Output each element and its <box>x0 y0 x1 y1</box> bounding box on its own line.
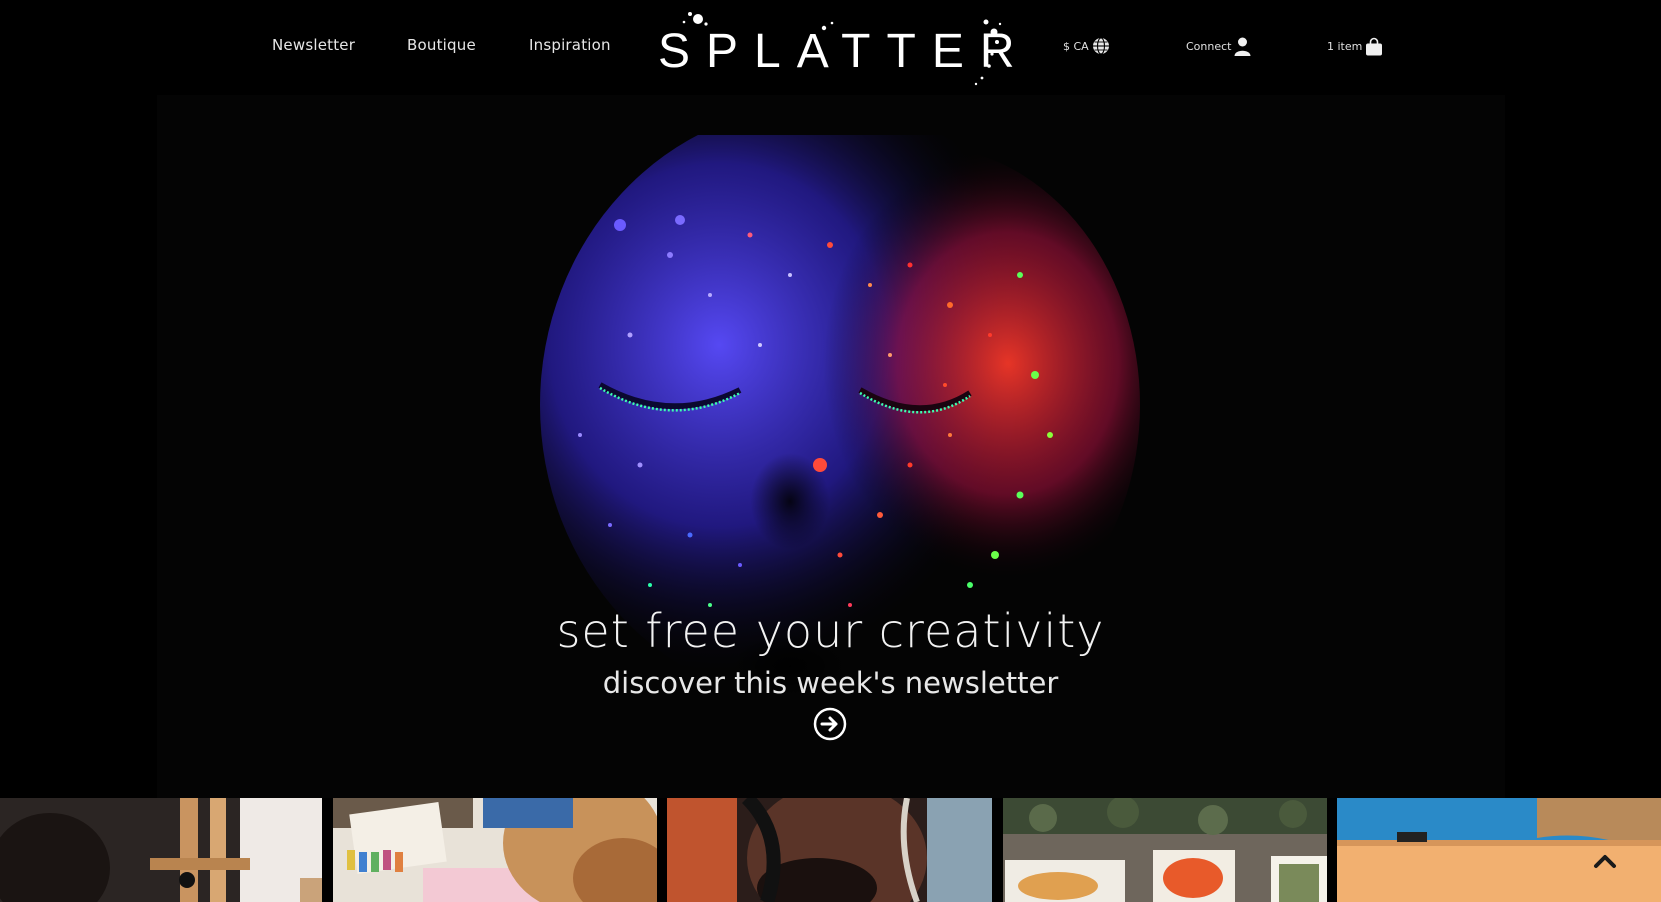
thumbnail-card[interactable] <box>1003 798 1327 902</box>
account-link[interactable]: Connect <box>1186 37 1251 56</box>
thumbnail-strip <box>0 798 1661 902</box>
brand-logo[interactable]: SPLATTER <box>656 10 1015 88</box>
thumbnail-image <box>0 798 322 902</box>
hero-headline: set free your creativity <box>556 604 1105 658</box>
hero-subheadline: discover this week's newsletter <box>602 666 1059 700</box>
thumbnail-card[interactable] <box>667 798 992 902</box>
nav-inspiration[interactable]: Inspiration <box>529 36 611 54</box>
thumbnail-image <box>1003 798 1327 902</box>
logo-splatter-graphic <box>682 12 1002 86</box>
chevron-up-icon[interactable] <box>1590 846 1620 876</box>
cart-label: 1 item <box>1327 40 1363 53</box>
cart-link[interactable]: 1 item <box>1327 37 1383 56</box>
globe-icon <box>1092 37 1109 55</box>
hero-banner: set free your creativity discover this w… <box>0 95 1661 798</box>
shopping-bag-icon <box>1366 37 1383 56</box>
currency-label: $ CA <box>1063 39 1089 53</box>
currency-selector[interactable]: $ CA <box>1063 37 1110 55</box>
thumbnail-image <box>667 798 992 902</box>
nav-newsletter[interactable]: Newsletter <box>272 36 355 54</box>
circle-arrow-right-icon[interactable] <box>813 707 847 741</box>
user-icon <box>1234 37 1251 56</box>
site-header: Newsletter Boutique Inspiration SPLATTER… <box>0 0 1661 95</box>
account-label: Connect <box>1186 40 1232 53</box>
thumbnail-card[interactable] <box>0 798 322 902</box>
thumbnail-image <box>333 798 657 902</box>
thumbnail-card[interactable] <box>333 798 657 902</box>
nav-boutique[interactable]: Boutique <box>407 36 476 54</box>
